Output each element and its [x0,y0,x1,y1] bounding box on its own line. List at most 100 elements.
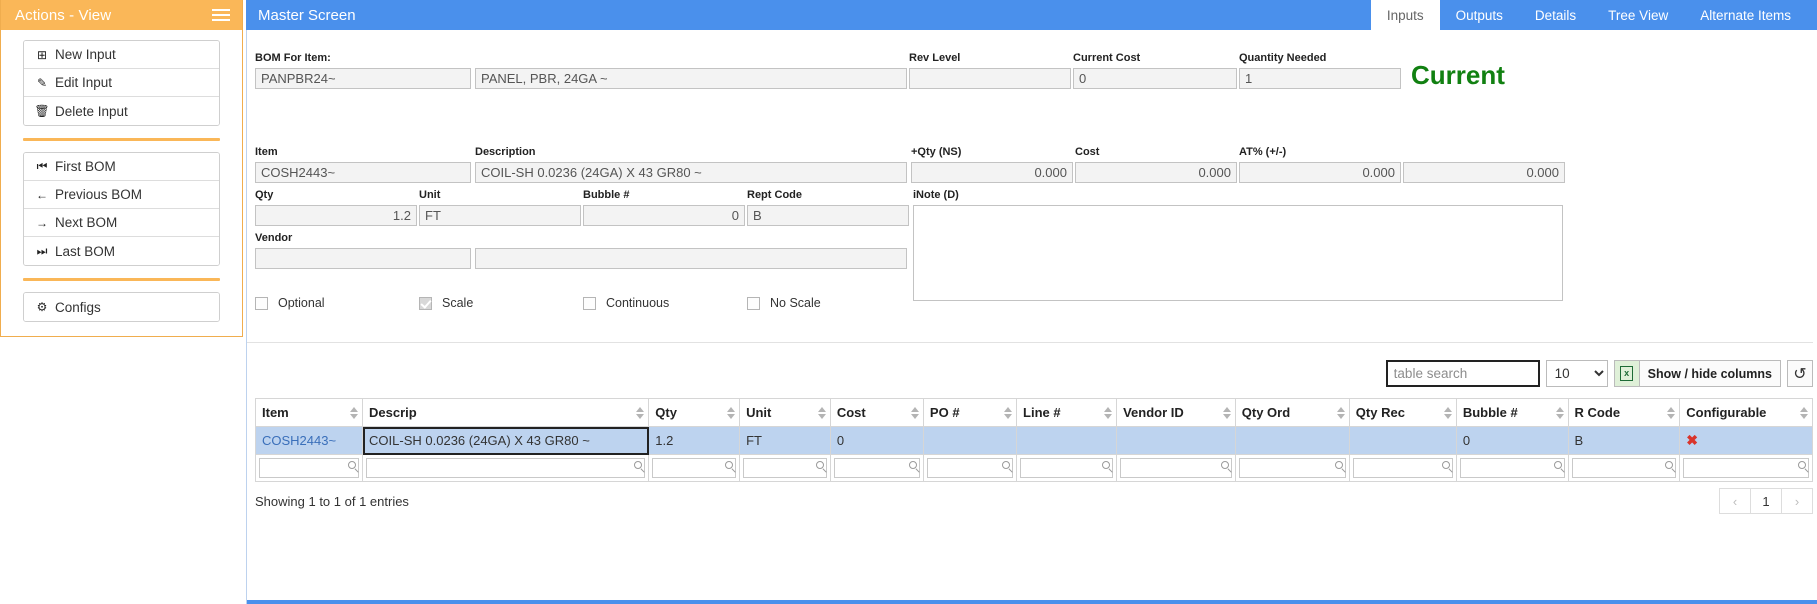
item-description-input[interactable] [475,162,907,183]
sidebar-item-delete-input[interactable]: 🗑 Delete Input [24,97,219,125]
filter-cell-configurable[interactable] [1679,454,1813,482]
at-percent-input-2[interactable] [1403,162,1565,183]
checkbox-no-scale-box[interactable] [747,296,760,310]
sort-arrows-icon[interactable] [350,406,359,419]
tab-inputs[interactable]: Inputs [1370,0,1440,30]
cell-r-code[interactable]: B [1567,426,1681,455]
column-header-qty-ord[interactable]: Qty Ord [1234,398,1350,427]
inote-textarea[interactable] [913,205,1563,301]
filter-cell-r-code[interactable] [1567,454,1681,482]
pagination-page-1[interactable]: 1 [1750,488,1782,514]
filter-input-unit[interactable] [743,458,827,478]
cell-qty[interactable]: 1.2 [648,426,741,455]
column-header-qty-rec[interactable]: Qty Rec [1348,398,1457,427]
column-header-item[interactable]: Item [254,398,364,427]
sort-arrows-icon[interactable] [1443,406,1452,419]
checkbox-scale-box[interactable] [419,296,432,310]
tab-details[interactable]: Details [1519,0,1592,30]
filter-cell-po[interactable] [922,454,1018,482]
pagination-next[interactable]: › [1781,488,1813,514]
checkbox-continuous-box[interactable] [583,296,596,310]
cell-descrip[interactable]: COIL-SH 0.0236 (24GA) X 43 GR80 ~ [362,426,650,455]
filter-cell-item[interactable] [254,454,364,482]
sidebar-item-previous-bom[interactable]: ← Previous BOM [24,181,219,209]
bom-item-code-input[interactable] [255,68,471,89]
current-cost-input[interactable] [1073,68,1237,89]
filter-input-descrip[interactable] [366,458,646,478]
sort-arrows-icon[interactable] [1667,406,1676,419]
pagination-previous[interactable]: ‹ [1719,488,1751,514]
filter-input-cost[interactable] [833,458,920,478]
cell-po[interactable] [922,426,1018,455]
sort-arrows-icon[interactable] [1222,406,1231,419]
filter-input-configurable[interactable] [1683,458,1809,478]
table-search-input[interactable] [1385,360,1540,387]
cell-bubble[interactable]: 0 [1455,426,1569,455]
sidebar-item-first-bom[interactable]: ⏮ First BOM [24,153,219,181]
sort-arrows-icon[interactable] [817,406,826,419]
sort-arrows-icon[interactable] [1004,406,1013,419]
unit-input[interactable] [419,205,581,226]
cell-configurable[interactable]: ✖ [1679,426,1813,455]
page-length-select[interactable]: 10 25 50 100 [1545,360,1608,387]
sort-arrows-icon[interactable] [1800,406,1808,419]
sidebar-item-configs[interactable]: ⚙ Configs [24,293,219,321]
sort-arrows-icon[interactable] [1336,406,1345,419]
column-header-po[interactable]: PO # [922,398,1018,427]
cell-qty-rec[interactable] [1348,426,1457,455]
tab-alternate-items[interactable]: Alternate Items [1684,0,1807,30]
filter-cell-unit[interactable] [739,454,831,482]
column-header-r-code[interactable]: R Code [1567,398,1681,427]
column-header-qty[interactable]: Qty [648,398,741,427]
cell-qty-ord[interactable] [1234,426,1350,455]
show-hide-columns-button[interactable]: Show / hide columns [1639,360,1781,387]
checkbox-scale[interactable]: Scale [419,296,473,310]
column-header-cost[interactable]: Cost [829,398,924,427]
rev-level-input[interactable] [909,68,1071,89]
filter-cell-qty-ord[interactable] [1234,454,1350,482]
sidebar-item-edit-input[interactable]: ✎ Edit Input [24,69,219,97]
qty-ns-input[interactable] [911,162,1073,183]
at-percent-input-1[interactable] [1239,162,1401,183]
column-header-line[interactable]: Line # [1016,398,1118,427]
filter-input-line[interactable] [1020,458,1114,478]
filter-cell-descrip[interactable] [362,454,650,482]
checkbox-continuous[interactable]: Continuous [583,296,669,310]
quantity-needed-input[interactable] [1239,68,1401,89]
excel-export-icon[interactable]: x [1613,360,1640,387]
filter-cell-line[interactable] [1016,454,1118,482]
cell-line[interactable] [1016,426,1118,455]
cell-item[interactable]: COSH2443~ [254,426,364,455]
sort-arrows-icon[interactable] [636,406,645,419]
filter-input-r-code[interactable] [1571,458,1677,478]
filter-cell-cost[interactable] [829,454,924,482]
sidebar-item-new-input[interactable]: ⊞ New Input [24,41,219,69]
checkbox-optional-box[interactable] [255,296,268,310]
vendor-id-input[interactable] [255,248,471,269]
cost-input[interactable] [1075,162,1237,183]
reset-icon[interactable]: ↺ [1787,360,1813,387]
sort-arrows-icon[interactable] [1104,406,1113,419]
filter-cell-vendor-id[interactable] [1116,454,1236,482]
cell-vendor-id[interactable] [1116,426,1236,455]
filter-input-item[interactable] [259,458,360,478]
rept-code-input[interactable] [747,205,909,226]
filter-input-qty-ord[interactable] [1238,458,1346,478]
column-header-configurable[interactable]: Configurable [1679,398,1813,427]
filter-input-vendor-id[interactable] [1120,458,1232,478]
sidebar-item-last-bom[interactable]: ⏭ Last BOM [24,237,219,265]
column-header-unit[interactable]: Unit [739,398,831,427]
tab-outputs[interactable]: Outputs [1440,0,1519,30]
cell-unit[interactable]: FT [739,426,831,455]
sort-arrows-icon[interactable] [727,406,736,419]
item-code-input[interactable] [255,162,471,183]
filter-input-bubble[interactable] [1459,458,1565,478]
bom-item-description-input[interactable] [475,68,907,89]
cell-cost[interactable]: 0 [829,426,924,455]
tab-tree-view[interactable]: Tree View [1592,0,1684,30]
filter-input-qty-rec[interactable] [1352,458,1453,478]
table-row[interactable]: COSH2443~ COIL-SH 0.0236 (24GA) X 43 GR8… [254,426,1813,455]
sort-arrows-icon[interactable] [910,406,919,419]
filter-cell-qty[interactable] [648,454,741,482]
qty-input[interactable] [255,205,417,226]
